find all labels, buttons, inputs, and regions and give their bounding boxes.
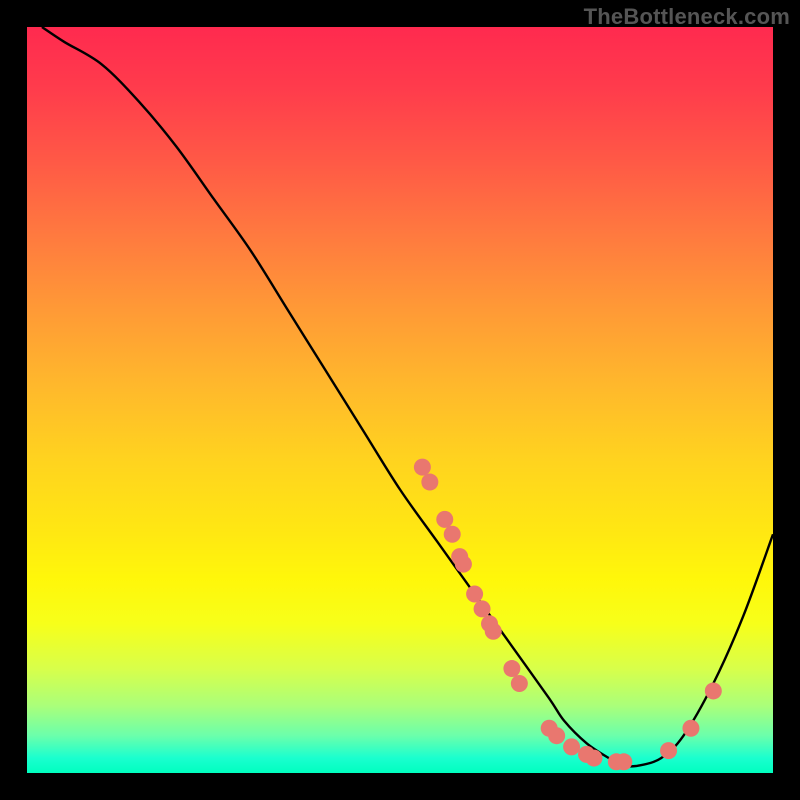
data-point	[444, 526, 461, 543]
data-point	[414, 459, 431, 476]
data-point	[660, 742, 677, 759]
data-point	[466, 585, 483, 602]
curve-layer	[27, 27, 773, 773]
data-point	[455, 556, 472, 573]
data-point	[421, 474, 438, 491]
data-point	[615, 753, 632, 770]
data-point	[511, 675, 528, 692]
data-point	[548, 727, 565, 744]
data-point	[585, 750, 602, 767]
data-point	[563, 738, 580, 755]
data-point	[682, 720, 699, 737]
data-point	[485, 623, 502, 640]
data-point	[474, 600, 491, 617]
data-point	[436, 511, 453, 528]
chart-frame: TheBottleneck.com	[0, 0, 800, 800]
bottleneck-curve	[42, 27, 773, 766]
plot-area	[27, 27, 773, 773]
data-point	[503, 660, 520, 677]
data-point	[705, 682, 722, 699]
